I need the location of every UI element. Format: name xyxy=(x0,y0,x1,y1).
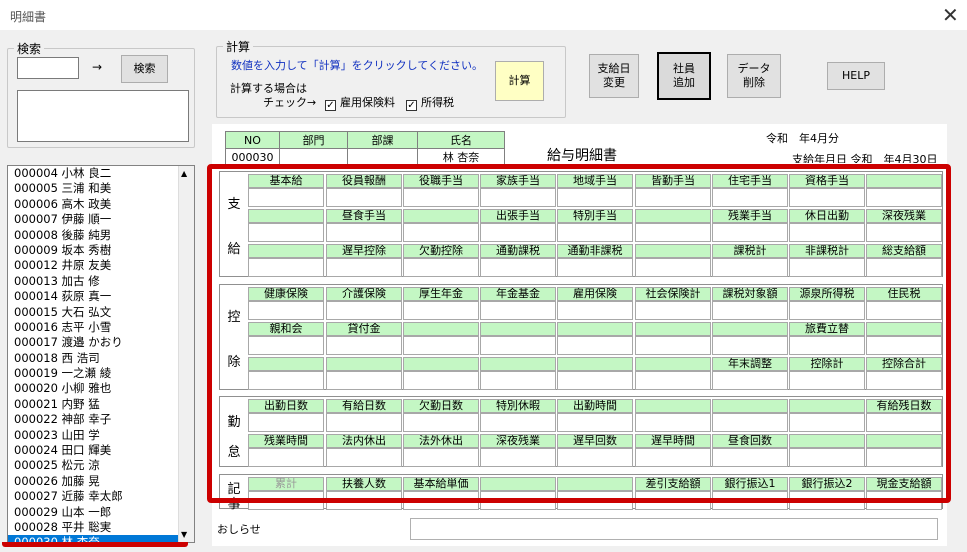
employee-list-item[interactable]: 000016 志平 小雪 xyxy=(8,320,194,335)
income-tax-label: 所得税 xyxy=(421,96,454,109)
employee-list-item[interactable]: 000007 伊藤 順一 xyxy=(8,212,194,227)
employee-list-item[interactable]: 000008 後藤 純男 xyxy=(8,228,194,243)
employee-list-item[interactable]: 000006 高木 政美 xyxy=(8,197,194,212)
employee-list-item[interactable]: 000027 近藤 幸太郎 xyxy=(8,489,194,504)
employee-list-items: 000004 小林 良二 000005 三浦 和美 000006 高木 政美 0000… xyxy=(8,166,194,542)
selected-highlight xyxy=(2,533,188,547)
no-value[interactable]: 000030 xyxy=(225,148,280,166)
calc-check-label2: チェック→ xyxy=(263,96,317,109)
employee-list-item[interactable]: 000013 加古 修 xyxy=(8,274,194,289)
search-result-box[interactable] xyxy=(17,90,189,142)
slip-title: 給与明細書 xyxy=(547,148,617,164)
employee-list-item[interactable]: 000014 荻原 真一 xyxy=(8,289,194,304)
title-bar xyxy=(0,0,967,30)
employee-list[interactable]: 000004 小林 良二 000005 三浦 和美 000006 高木 政美 0000… xyxy=(7,165,195,543)
section-value[interactable] xyxy=(347,148,418,166)
close-icon[interactable]: ✕ xyxy=(942,3,959,27)
calc-instruction: 数値を入力して「計算」をクリックしてください。 xyxy=(231,59,484,72)
search-button[interactable]: 検索 xyxy=(121,55,168,83)
dept-value[interactable] xyxy=(279,148,348,166)
list-scrollbar[interactable]: ▲ ▼ xyxy=(178,166,194,542)
employee-list-item[interactable]: 000029 山本 一郎 xyxy=(8,505,194,520)
window-title: 明細書 xyxy=(10,10,47,24)
employment-insurance-checkbox[interactable]: ✓ 雇用保険料 xyxy=(325,94,395,111)
no-label: NO xyxy=(225,131,280,149)
employee-list-item[interactable]: 000018 西 浩司 xyxy=(8,351,194,366)
employee-list-item[interactable]: 000020 小柳 雅也 xyxy=(8,381,194,396)
employment-insurance-label: 雇用保険料 xyxy=(340,96,395,109)
add-employee-button[interactable]: 社員 追加 xyxy=(657,52,711,100)
search-legend: 検索 xyxy=(17,42,42,56)
employee-list-item[interactable]: 000009 坂本 秀樹 xyxy=(8,243,194,258)
check-icon: ✓ xyxy=(406,100,417,111)
employee-list-item[interactable]: 000021 内野 猛 xyxy=(8,397,194,412)
notice-label: おしらせ xyxy=(217,523,261,536)
employee-list-item[interactable]: 000026 加藤 晃 xyxy=(8,474,194,489)
scroll-up-icon[interactable]: ▲ xyxy=(181,169,187,178)
employee-list-item[interactable]: 000004 小林 良二 xyxy=(8,166,194,181)
employee-list-item[interactable]: 000025 松元 涼 xyxy=(8,458,194,473)
employee-list-item[interactable]: 000024 田口 輝美 xyxy=(8,443,194,458)
dept-label: 部門 xyxy=(279,131,348,149)
arrow-icon: → xyxy=(92,60,103,74)
employee-list-item[interactable]: 000023 山田 学 xyxy=(8,428,194,443)
delete-data-button[interactable]: データ 削除 xyxy=(727,54,781,98)
search-input[interactable] xyxy=(17,57,79,79)
employee-list-item[interactable]: 000017 渡邉 かおり xyxy=(8,335,194,350)
employee-header-table: NO 部門 部課 氏名 000030 林 杏奈 xyxy=(225,131,505,166)
employee-list-item[interactable]: 000019 一之瀬 綾 xyxy=(8,366,194,381)
name-value[interactable]: 林 杏奈 xyxy=(417,148,505,166)
notice-input[interactable] xyxy=(410,518,938,540)
income-tax-checkbox[interactable]: ✓ 所得税 xyxy=(406,94,454,111)
employee-list-item[interactable]: 000005 三浦 和美 xyxy=(8,181,194,196)
employee-list-item[interactable]: 000012 井原 友美 xyxy=(8,258,194,273)
check-icon: ✓ xyxy=(325,100,336,111)
calc-legend: 計算 xyxy=(226,40,251,54)
grid-highlight xyxy=(207,164,951,503)
payday-label: 支給年月日 令和 年4月30日 xyxy=(792,153,938,163)
calculate-button[interactable]: 計算 xyxy=(495,61,544,101)
help-button[interactable]: HELP xyxy=(827,62,885,90)
month-label: 令和 年4月分 xyxy=(766,132,839,145)
section-label: 部課 xyxy=(347,131,418,149)
change-payday-button[interactable]: 支給日 変更 xyxy=(589,54,639,98)
employee-list-item[interactable]: 000015 大石 弘文 xyxy=(8,305,194,320)
name-label: 氏名 xyxy=(417,131,505,149)
employee-list-item[interactable]: 000022 神部 幸子 xyxy=(8,412,194,427)
